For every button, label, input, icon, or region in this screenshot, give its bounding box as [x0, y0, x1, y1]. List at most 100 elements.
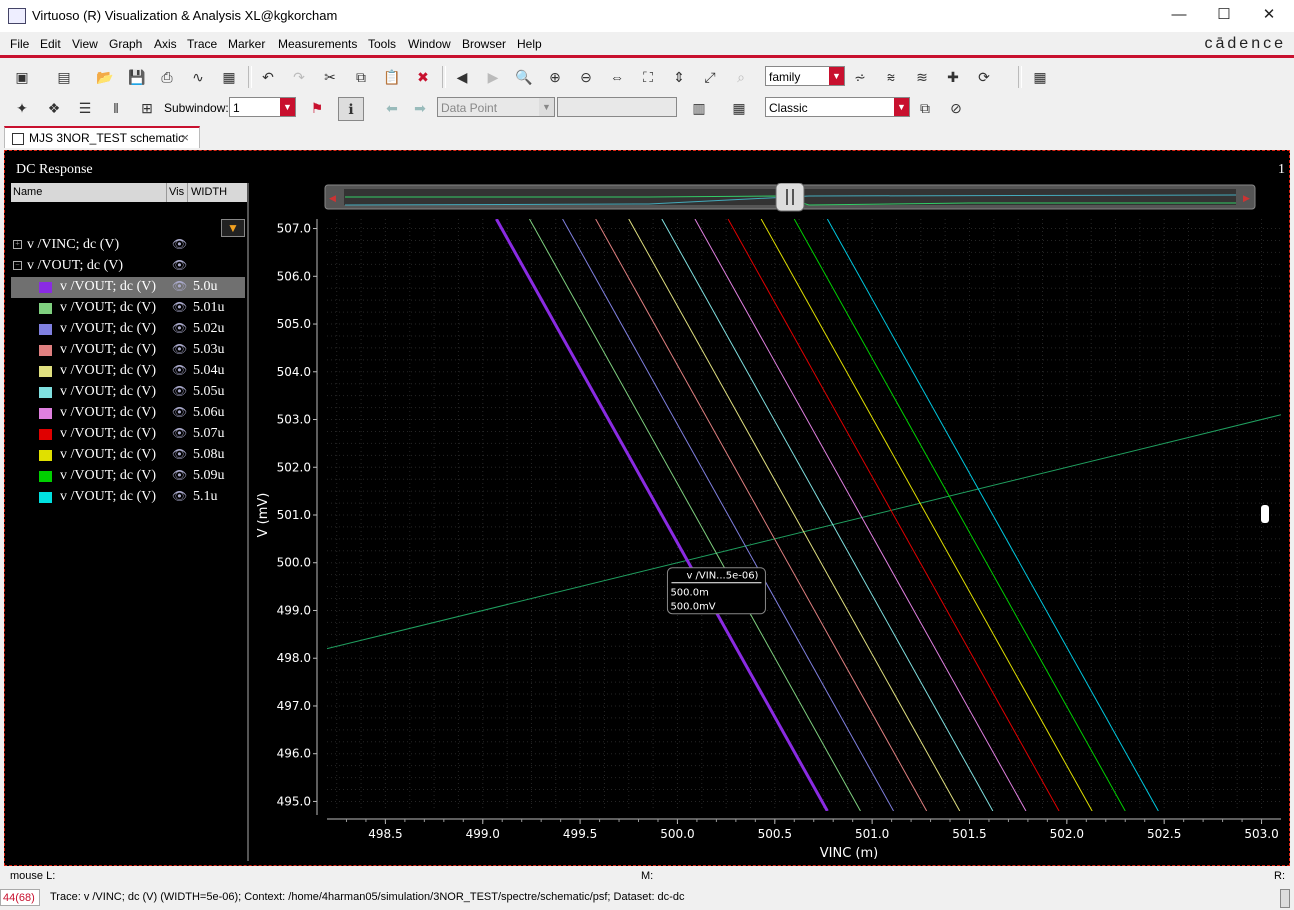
next-point-icon[interactable]: ➡: [408, 97, 432, 119]
prev-point-icon[interactable]: ⬅: [380, 97, 404, 119]
redo-icon[interactable]: ↷: [287, 66, 311, 88]
menu-help[interactable]: Help: [517, 37, 542, 51]
legend-group-vinc[interactable]: + v /VINC; dc (V) 👁: [11, 235, 245, 256]
tab-schematic[interactable]: MJS 3NOR_TEST schematic ×: [4, 126, 200, 148]
family-combo[interactable]: family ▼: [765, 66, 845, 86]
menu-browser[interactable]: Browser: [462, 37, 506, 51]
trace-stack-icon[interactable]: ≋: [910, 66, 934, 88]
eye-icon[interactable]: 👁: [172, 384, 187, 399]
eye-icon[interactable]: 👁: [172, 405, 187, 420]
zoom-icon[interactable]: 🔍: [512, 66, 536, 88]
zoom-y-icon[interactable]: ⇕: [667, 66, 691, 88]
eye-icon[interactable]: 👁: [172, 447, 187, 462]
no-zoom-icon[interactable]: ⊘: [944, 97, 968, 119]
grid-icon[interactable]: ▦: [1028, 66, 1052, 88]
new-window-icon[interactable]: ▣: [10, 66, 34, 88]
zoom-reset-icon[interactable]: ⌕: [729, 66, 753, 88]
style-combo[interactable]: Classic ▼: [765, 97, 910, 117]
menu-window[interactable]: Window: [408, 37, 451, 51]
col-name[interactable]: Name: [13, 186, 42, 198]
menu-view[interactable]: View: [72, 37, 98, 51]
status-scrollbar[interactable]: [1280, 889, 1290, 908]
eye-icon[interactable]: 👁: [172, 279, 187, 294]
eye-icon[interactable]: 👁: [172, 342, 187, 357]
zoom-in-icon[interactable]: ⊕: [543, 66, 567, 88]
legend-item[interactable]: v /VOUT; dc (V) 👁 5.02u: [11, 319, 245, 340]
fit-icon[interactable]: ⛶: [636, 66, 660, 88]
scroll-handle[interactable]: [1261, 505, 1269, 523]
table-icon[interactable]: ▦: [217, 66, 241, 88]
legend-item[interactable]: v /VOUT; dc (V) 👁 5.04u: [11, 361, 245, 382]
datapoint-combo[interactable]: Data Point ▼: [437, 97, 555, 117]
eye-icon[interactable]: 👁: [172, 489, 187, 504]
expand-icon[interactable]: +: [13, 240, 22, 249]
layout-rows-icon[interactable]: ☰: [73, 97, 97, 119]
new-subwindow-icon[interactable]: ▤: [52, 66, 76, 88]
back-icon[interactable]: ◀: [450, 66, 474, 88]
col-vis[interactable]: Vis: [169, 186, 184, 198]
trace-strip-icon[interactable]: ⩬: [879, 66, 903, 88]
col-width[interactable]: WIDTH: [191, 186, 227, 198]
print-icon[interactable]: ⎙: [155, 66, 179, 88]
magic-wand-icon[interactable]: ✦: [10, 97, 34, 119]
eye-icon[interactable]: 👁: [172, 237, 187, 252]
info-icon[interactable]: ℹ: [338, 97, 364, 121]
legend-item[interactable]: v /VOUT; dc (V) 👁 5.08u: [11, 445, 245, 466]
eye-icon[interactable]: 👁: [172, 321, 187, 336]
legend-item[interactable]: v /VOUT; dc (V) 👁 5.06u: [11, 403, 245, 424]
eye-icon[interactable]: 👁: [172, 258, 187, 273]
copy-icon[interactable]: ⧉: [349, 66, 373, 88]
legend-item[interactable]: v /VOUT; dc (V) 👁 5.1u: [11, 487, 245, 508]
legend-item[interactable]: v /VOUT; dc (V) 👁 5.05u: [11, 382, 245, 403]
close-window-button[interactable]: ✕: [1246, 4, 1292, 28]
zoom-out-icon[interactable]: ⊖: [574, 66, 598, 88]
flag-icon[interactable]: ⚑: [305, 97, 329, 119]
legend-item[interactable]: v /VOUT; dc (V) 👁 5.09u: [11, 466, 245, 487]
collapse-icon[interactable]: −: [13, 261, 22, 270]
legend-item[interactable]: v /VOUT; dc (V) 👁 5.0u: [11, 277, 245, 298]
layout-cols-icon[interactable]: ‖: [104, 97, 128, 119]
histogram-icon[interactable]: ▥: [687, 97, 711, 119]
plot-area[interactable]: ◀ ▶ 495.0 496.0 497.0 498.0 499.0 500.0 501.0 502…: [249, 182, 1289, 865]
menu-edit[interactable]: Edit: [40, 37, 61, 51]
maximize-button[interactable]: ☐: [1201, 4, 1247, 28]
refresh-trace-icon[interactable]: ⟳: [972, 66, 996, 88]
tab-close-icon[interactable]: ×: [181, 130, 189, 145]
trace-split-icon[interactable]: ⩫: [848, 66, 872, 88]
add-trace-icon[interactable]: ✚: [941, 66, 965, 88]
open-icon[interactable]: 📂: [93, 66, 117, 88]
menu-axis[interactable]: Axis: [154, 37, 177, 51]
eye-icon[interactable]: 👁: [172, 426, 187, 441]
save-icon[interactable]: 💾: [125, 66, 149, 88]
eye-icon[interactable]: 👁: [172, 300, 187, 315]
waveform-icon[interactable]: ∿: [186, 66, 210, 88]
undo-icon[interactable]: ↶: [256, 66, 280, 88]
legend-item[interactable]: v /VOUT; dc (V) 👁 5.03u: [11, 340, 245, 361]
menu-file[interactable]: File: [10, 37, 29, 51]
legend-group-vout[interactable]: − v /VOUT; dc (V) 👁: [11, 256, 245, 277]
menu-marker[interactable]: Marker: [228, 37, 265, 51]
windows-icon[interactable]: ⧉: [913, 97, 937, 119]
datapoint-input[interactable]: [557, 97, 677, 117]
legend-item[interactable]: v /VOUT; dc (V) 👁 5.01u: [11, 298, 245, 319]
menu-trace[interactable]: Trace: [187, 37, 217, 51]
subwindow-combo[interactable]: 1 ▼: [229, 97, 296, 117]
cut-icon[interactable]: ✂: [318, 66, 342, 88]
menu-graph[interactable]: Graph: [109, 37, 142, 51]
forward-icon[interactable]: ▶: [481, 66, 505, 88]
zoom-x-icon[interactable]: ⇔: [605, 66, 629, 88]
waveform-plot[interactable]: ◀ ▶ 495.0 496.0 497.0 498.0 499.0 500.0 501.0 502…: [249, 182, 1289, 865]
calculator-icon[interactable]: ▦: [727, 97, 751, 119]
menu-tools[interactable]: Tools: [368, 37, 396, 51]
minimize-button[interactable]: —: [1156, 4, 1202, 28]
eye-icon[interactable]: 👁: [172, 468, 187, 483]
zoom-fit-icon[interactable]: ⤢: [698, 66, 722, 88]
eye-icon[interactable]: 👁: [172, 363, 187, 378]
delete-icon[interactable]: ✖: [411, 66, 435, 88]
legend-item[interactable]: v /VOUT; dc (V) 👁 5.07u: [11, 424, 245, 445]
paste-icon[interactable]: 📋: [380, 66, 404, 88]
cards-icon[interactable]: ❖: [42, 97, 66, 119]
zoom-slider-thumb[interactable]: [775, 182, 805, 212]
menu-measurements[interactable]: Measurements: [278, 37, 357, 51]
layout-grid-icon[interactable]: ⊞: [135, 97, 159, 119]
